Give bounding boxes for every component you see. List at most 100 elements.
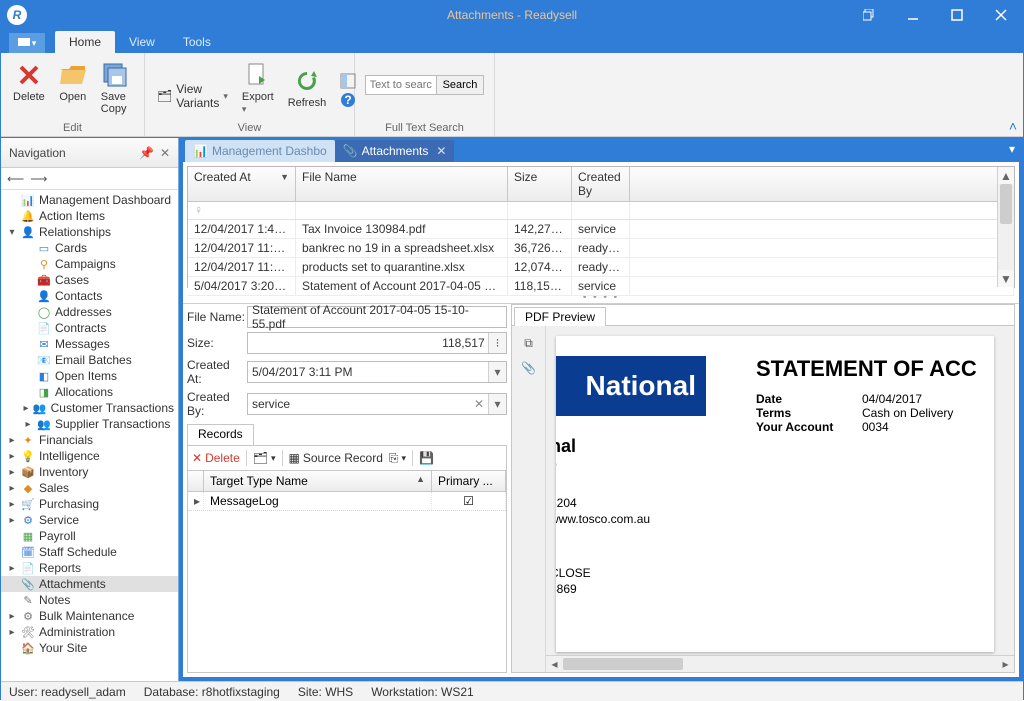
pdf-attachments-icon[interactable]: 📎 — [521, 361, 536, 375]
table-row[interactable]: 12/04/2017 1:42 PMTax Invoice 130984.pdf… — [188, 220, 1014, 239]
search-button[interactable]: Search — [437, 75, 485, 95]
nav-item-customer-transactions[interactable]: ▸👥Customer Transactions — [1, 400, 178, 416]
field-created-by[interactable]: service✕▾ — [247, 393, 507, 415]
records-tab[interactable]: Records — [187, 424, 254, 445]
search-input[interactable] — [365, 75, 437, 95]
close-nav-icon[interactable]: ✕ — [160, 146, 170, 160]
pin-icon[interactable]: 📌 — [139, 146, 154, 160]
table-row[interactable]: 12/04/2017 11:12 AMproducts set to quara… — [188, 258, 1014, 277]
field-created-at[interactable]: 5/04/2017 3:11 PM▾ — [247, 361, 507, 383]
scroll-up-icon[interactable]: ▲ — [998, 167, 1014, 184]
col-created-at[interactable]: Created At▼ — [188, 167, 296, 201]
nav-item-addresses[interactable]: ◯Addresses — [1, 304, 178, 320]
pdf-preview-tab[interactable]: PDF Preview — [514, 307, 606, 326]
nav-item-inventory[interactable]: ▸📦Inventory — [1, 464, 178, 480]
records-row[interactable]: ▸ MessageLog ☑ — [188, 492, 506, 511]
nav-item-contacts[interactable]: 👤Contacts — [1, 288, 178, 304]
nav-item-staff-schedule[interactable]: 🗓Staff Schedule — [1, 544, 178, 560]
nav-item-service[interactable]: ▸⚙Service — [1, 512, 178, 528]
nav-item-administration[interactable]: ▸🛠Administration — [1, 624, 178, 640]
export-button[interactable]: Export ▾ — [238, 59, 278, 117]
nav-item-messages[interactable]: ✉Messages — [1, 336, 178, 352]
pdf-hscrollbar[interactable]: ◂ ▸ — [546, 655, 1014, 672]
nav-item-your-site[interactable]: 🏠Your Site — [1, 640, 178, 656]
scroll-right-icon[interactable]: ▸ — [997, 657, 1014, 671]
save-copy-button[interactable]: Save Copy — [97, 59, 136, 117]
records-tabs: Records — [187, 424, 507, 446]
chevron-down-icon[interactable]: ▾ — [488, 362, 506, 382]
nav-item-cards[interactable]: ▭Cards — [1, 240, 178, 256]
nav-item-relationships[interactable]: ▾👤Relationships — [1, 224, 178, 240]
close-button[interactable] — [979, 1, 1023, 29]
tab-menu-icon[interactable]: ▾ — [1009, 142, 1015, 156]
pdf-viewer[interactable]: National STATEMENT OF ACC Date Terms You… — [546, 326, 1014, 672]
nav-item-campaigns[interactable]: ⚲Campaigns — [1, 256, 178, 272]
open-button[interactable]: Open — [55, 59, 91, 105]
nav-item-allocations[interactable]: ◨Allocations — [1, 384, 178, 400]
col-size[interactable]: Size — [508, 167, 572, 201]
statusbar: User: readysell_adam Database: r8hotfixs… — [1, 681, 1023, 701]
nav-item-notes[interactable]: ✎Notes — [1, 592, 178, 608]
nav-item-financials[interactable]: ▸✦Financials — [1, 432, 178, 448]
chevron-down-icon[interactable]: ▾ — [488, 394, 506, 414]
field-size[interactable]: 118,517 kB⁝ — [247, 332, 507, 354]
nav-item-bulk-maintenance[interactable]: ▸⚙Bulk Maintenance — [1, 608, 178, 624]
main-split: Navigation 📌 ✕ ⟵ ⟶ 📊Management Dashboard… — [1, 137, 1023, 681]
tab-management-dashboard[interactable]: 📊 Management Dashbo — [185, 140, 335, 162]
field-file-name[interactable]: Statement of Account 2017-04-05 15-10-55… — [247, 306, 507, 328]
export-icon — [244, 61, 272, 89]
collapse-ribbon-icon[interactable]: ˄ — [1009, 118, 1017, 134]
col-file-name[interactable]: File Name — [296, 167, 508, 201]
records-save-button[interactable]: 💾 — [419, 451, 434, 465]
grid-filter-row[interactable]: ♀ — [188, 202, 1014, 220]
primary-checkbox[interactable]: ☑ — [432, 492, 506, 510]
table-row[interactable]: 5/04/2017 3:20 PMStatement of Account 20… — [188, 277, 1014, 296]
tab-tools[interactable]: Tools — [169, 31, 225, 53]
nav-item-sales[interactable]: ▸◆Sales — [1, 480, 178, 496]
refresh-button[interactable]: Refresh — [284, 65, 331, 111]
nav-item-intelligence[interactable]: ▸💡Intelligence — [1, 448, 178, 464]
nav-item-purchasing[interactable]: ▸🛒Purchasing — [1, 496, 178, 512]
col-target-type[interactable]: Target Type Name ▲ — [204, 471, 432, 491]
col-primary[interactable]: Primary ... — [432, 471, 506, 491]
view-variants-button[interactable]: 🗂 View Variants ▾ — [153, 81, 232, 111]
nav-item-payroll[interactable]: ▦Payroll — [1, 528, 178, 544]
nav-item-contracts[interactable]: 📄Contracts — [1, 320, 178, 336]
nav-fwd-icon[interactable]: ⟶ — [30, 172, 47, 186]
records-view-button[interactable]: 🗂▾ — [253, 451, 276, 465]
col-created-by[interactable]: Created By — [572, 167, 630, 201]
records-copy-button[interactable]: ⎘▾ — [389, 451, 406, 466]
source-record-button[interactable]: ▦Source Record — [289, 451, 383, 465]
nav-item-management-dashboard[interactable]: 📊Management Dashboard — [1, 192, 178, 208]
nav-item-cases[interactable]: 🧰Cases — [1, 272, 178, 288]
tab-view[interactable]: View — [115, 31, 169, 53]
file-menu[interactable]: ▾ — [9, 33, 45, 53]
scroll-down-icon[interactable]: ▼ — [998, 270, 1014, 287]
records-delete-button[interactable]: ✕Delete — [192, 451, 240, 465]
tab-home[interactable]: Home — [55, 31, 115, 53]
scroll-left-icon[interactable]: ◂ — [546, 657, 563, 671]
maximize-button[interactable] — [935, 1, 979, 29]
clear-icon[interactable]: ✕ — [470, 394, 488, 414]
spinner-icon[interactable]: ⁝ — [488, 333, 506, 353]
tab-attachments[interactable]: 📎 Attachments ✕ — [335, 140, 455, 162]
table-row[interactable]: 12/04/2017 11:13 AMbankrec no 19 in a sp… — [188, 239, 1014, 258]
nav-item-open-items[interactable]: ◧Open Items — [1, 368, 178, 384]
minimize-button[interactable] — [891, 1, 935, 29]
x-icon: ✕ — [192, 451, 202, 465]
pdf-preview-panel: PDF Preview ⧉ 📎 National STATEMENT OF AC… — [511, 304, 1015, 673]
grid-vscrollbar[interactable]: ▲ ▼ — [997, 167, 1014, 287]
nav-back-icon[interactable]: ⟵ — [7, 172, 24, 186]
restore-down-icon[interactable] — [847, 1, 891, 29]
nav-item-supplier-transactions[interactable]: ▸👥Supplier Transactions — [1, 416, 178, 432]
pdf-pages-icon[interactable]: ⧉ — [524, 336, 533, 351]
nav-item-reports[interactable]: ▸📄Reports — [1, 560, 178, 576]
close-tab-icon[interactable]: ✕ — [436, 144, 446, 158]
row-indicator-icon: ▸ — [188, 492, 204, 510]
nav-item-attachments[interactable]: 📎Attachments — [1, 576, 178, 592]
navigation-tree[interactable]: 📊Management Dashboard🔔Action Items▾👤Rela… — [1, 190, 178, 681]
nav-item-action-items[interactable]: 🔔Action Items — [1, 208, 178, 224]
delete-button[interactable]: Delete — [9, 59, 49, 105]
nav-item-email-batches[interactable]: 📧Email Batches — [1, 352, 178, 368]
window-controls — [847, 1, 1023, 29]
